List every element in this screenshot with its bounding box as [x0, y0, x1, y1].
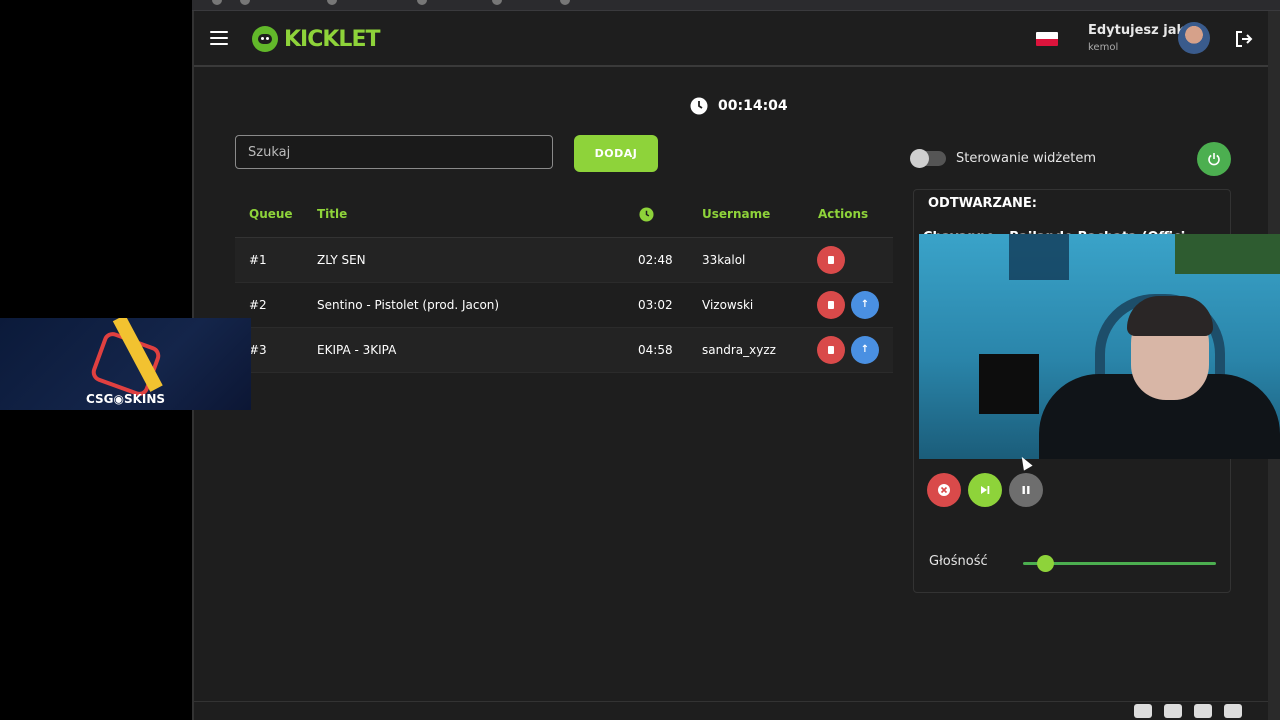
trash-icon: [828, 256, 834, 264]
column-header-username[interactable]: Username: [702, 207, 770, 221]
column-header-title[interactable]: Title: [317, 207, 347, 221]
volume-label: Głośność: [929, 554, 988, 569]
queue-position: #2: [249, 298, 267, 312]
add-button[interactable]: DODAJ: [574, 135, 658, 172]
search-input[interactable]: [235, 135, 553, 169]
sponsor-brand-text: CSG◉SKINS: [85, 392, 166, 406]
delete-button[interactable]: [817, 291, 845, 319]
tab-icon[interactable]: [560, 0, 570, 5]
tab-icon[interactable]: [327, 0, 337, 5]
requester-username: sandra_xyzz: [702, 343, 776, 357]
power-icon: [1208, 153, 1220, 166]
song-title: Sentino - Pistolet (prod. Jacon): [317, 298, 500, 312]
avatar[interactable]: [1178, 22, 1210, 54]
pause-button[interactable]: [1009, 473, 1043, 507]
widget-control-label: Sterowanie widżetem: [956, 151, 1097, 166]
song-duration: 03:02: [638, 298, 673, 312]
logout-icon[interactable]: [1234, 29, 1254, 49]
social-links: [1134, 704, 1242, 718]
requester-username: Vizowski: [702, 298, 754, 312]
arrow-up-icon: ↑: [860, 344, 870, 355]
trash-icon: [828, 301, 834, 309]
queue-position: #1: [249, 253, 267, 267]
close-circle-icon: [938, 484, 950, 496]
footer: [194, 701, 1270, 720]
tab-icon[interactable]: [417, 0, 427, 5]
tab-icon[interactable]: [212, 0, 222, 5]
pause-icon: [1022, 486, 1030, 494]
current-username: kemol: [1088, 42, 1119, 53]
panda-logo-icon: [252, 26, 278, 52]
kicklet-logo[interactable]: KICKLET: [252, 25, 380, 53]
tab-icon[interactable]: [240, 0, 250, 5]
duration-clock-icon: [639, 207, 654, 222]
table-row: #1 ZLY SEN 02:48 33kalol: [235, 238, 893, 283]
table-row: #3 EKIPA - 3KIPA 04:58 sandra_xyzz ↑: [235, 328, 893, 373]
screen: KICKLET Edytujesz jako kemol 00:14:04 DO…: [0, 0, 1280, 720]
delete-button[interactable]: [817, 336, 845, 364]
trash-icon: [828, 346, 834, 354]
song-duration: 02:48: [638, 253, 673, 267]
queue-position: #3: [249, 343, 267, 357]
browser-tab-strip: [192, 0, 1280, 11]
clock-icon: [690, 97, 708, 115]
volume-slider-thumb[interactable]: [1037, 555, 1055, 572]
discord-icon[interactable]: [1134, 704, 1152, 718]
queue-timer: 00:14:04: [690, 97, 788, 115]
column-header-queue[interactable]: Queue: [249, 207, 293, 221]
timer-value: 00:14:04: [718, 98, 788, 114]
poland-flag-icon[interactable]: [1036, 32, 1058, 46]
top-header: KICKLET Edytujesz jako kemol: [194, 11, 1270, 67]
song-duration: 04:58: [638, 343, 673, 357]
table-header: Queue Title Username Actions: [235, 193, 893, 238]
x-icon[interactable]: [1194, 704, 1212, 718]
arrow-up-icon: ↑: [860, 299, 870, 310]
move-up-button[interactable]: ↑: [851, 291, 879, 319]
delete-button[interactable]: [817, 246, 845, 274]
now-playing-label: ODTWARZANE:: [928, 196, 1037, 211]
volume-slider[interactable]: [1023, 555, 1216, 572]
kick-icon[interactable]: [1164, 704, 1182, 718]
requester-username: 33kalol: [702, 253, 746, 267]
song-title: ZLY SEN: [317, 253, 366, 267]
stop-button[interactable]: [927, 473, 961, 507]
tab-icon[interactable]: [492, 0, 502, 5]
logo-text: KICKLET: [284, 26, 380, 52]
widget-control-toggle[interactable]: [910, 149, 946, 168]
table-body: #1 ZLY SEN 02:48 33kalol #2 Sentino - Pi…: [235, 238, 893, 373]
power-button[interactable]: [1197, 142, 1231, 176]
skip-next-icon: [981, 486, 990, 494]
song-title: EKIPA - 3KIPA: [317, 343, 397, 357]
webcam-overlay: [919, 234, 1280, 459]
skip-button[interactable]: [968, 473, 1002, 507]
hamburger-menu-icon[interactable]: [210, 31, 228, 45]
sponsor-ad-banner[interactable]: CSG◉SKINS: [0, 318, 251, 410]
document-icon[interactable]: [1224, 704, 1242, 718]
queue-table: Queue Title Username Actions #1 ZLY SEN …: [235, 193, 893, 373]
table-row: #2 Sentino - Pistolet (prod. Jacon) 03:0…: [235, 283, 893, 328]
column-header-actions: Actions: [818, 207, 869, 221]
move-up-button[interactable]: ↑: [851, 336, 879, 364]
